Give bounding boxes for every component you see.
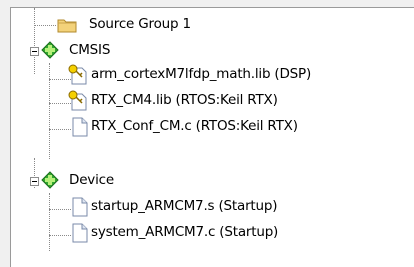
- collapse-toggle[interactable]: [30, 177, 39, 186]
- file-icon: [72, 117, 88, 137]
- tree-node-file[interactable]: arm_cortexM7lfdp_math.lib (DSP): [11, 62, 414, 88]
- tree-guide-line: [49, 235, 71, 236]
- tree-node-source-group[interactable]: Source Group 1: [11, 12, 414, 38]
- tree-node-label: Source Group 1: [89, 16, 191, 32]
- tree-node-file[interactable]: startup_ARMCM7.s (Startup): [11, 194, 414, 220]
- tree-node-label: RTX_CM4.lib (RTOS:Keil RTX): [91, 92, 278, 108]
- tree-node-label: startup_ARMCM7.s (Startup): [91, 198, 278, 214]
- tree-node-file[interactable]: system_ARMCM7.c (Startup): [11, 220, 414, 246]
- file-icon: [72, 223, 88, 243]
- library-key-icon: [68, 90, 87, 111]
- tree-guide-line: [49, 129, 71, 130]
- tree-guide-line: [34, 25, 56, 26]
- tree-node-label: RTX_Conf_CM.c (RTOS:Keil RTX): [91, 118, 298, 134]
- tree-node-file[interactable]: RTX_Conf_CM.c (RTOS:Keil RTX): [11, 114, 414, 140]
- collapse-toggle[interactable]: [30, 47, 39, 56]
- tree-node-device[interactable]: Device: [11, 168, 414, 194]
- component-diamond-icon: [41, 171, 59, 189]
- tree-node-label: Device: [69, 172, 114, 188]
- tree-node-label: arm_cortexM7lfdp_math.lib (DSP): [91, 66, 312, 82]
- file-icon: [72, 197, 88, 217]
- project-tree-panel: Source Group 1 CMSIS arm_cortexM7lfdp_ma…: [10, 7, 414, 267]
- library-key-icon: [68, 64, 87, 85]
- tree-node-label: system_ARMCM7.c (Startup): [91, 224, 279, 240]
- tree-guide-line: [49, 209, 71, 210]
- folder-icon: [57, 19, 77, 33]
- tree-node-cmsis[interactable]: CMSIS: [11, 38, 414, 64]
- component-diamond-icon: [41, 41, 59, 59]
- tree-node-file[interactable]: RTX_CM4.lib (RTOS:Keil RTX): [11, 88, 414, 114]
- tree-node-label: CMSIS: [69, 42, 111, 58]
